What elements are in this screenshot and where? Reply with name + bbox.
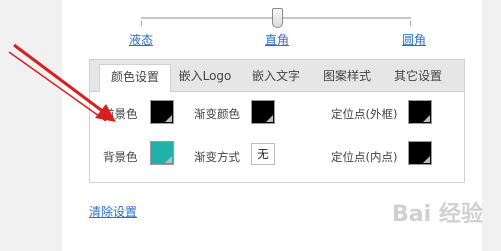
arrow-shaft (13, 43, 110, 118)
arrow-shaft-shadow (8, 51, 107, 122)
watermark-logo: Bai 经验 (392, 202, 483, 227)
